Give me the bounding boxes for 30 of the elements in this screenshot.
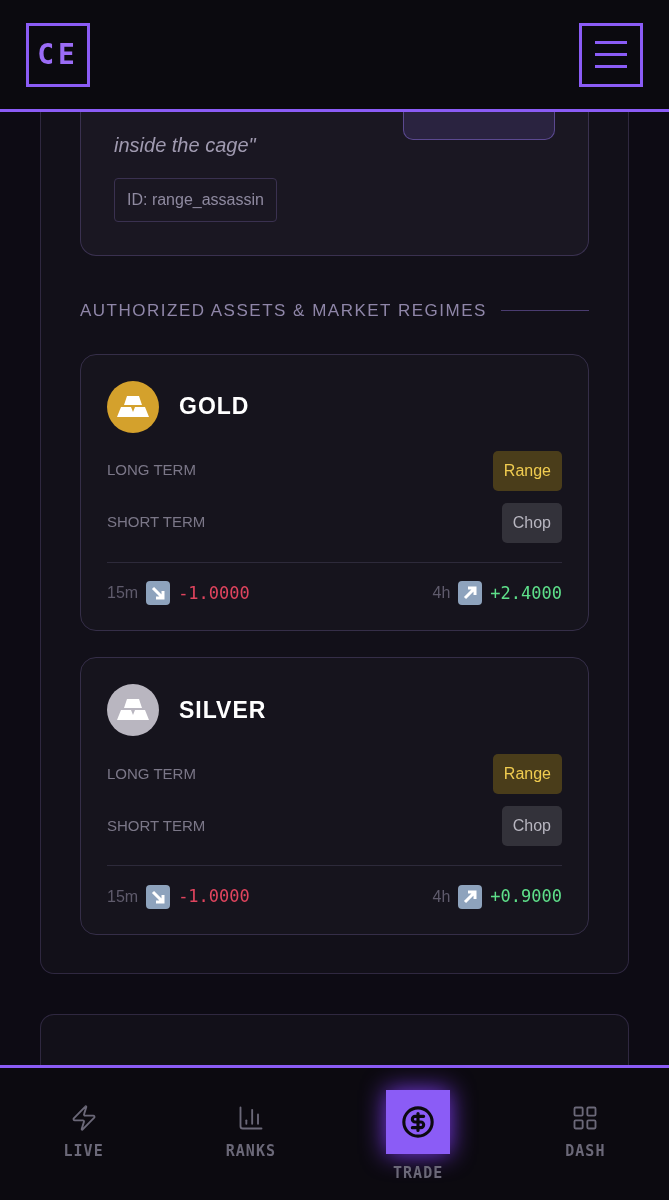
strategy-quote: inside the cage"	[114, 133, 256, 158]
timeframe-label: 15m	[107, 583, 139, 604]
signal-value: -1.0000	[178, 885, 250, 908]
signal-value: +2.4000	[490, 581, 562, 605]
asset-name: SILVER	[179, 695, 267, 725]
regime-tag: Range	[492, 754, 562, 794]
regime-label: SHORT TERM	[107, 815, 206, 836]
dollar-icon	[401, 1105, 436, 1139]
regime-label: LONG TERM	[107, 763, 196, 784]
regime-tag: Range	[492, 450, 562, 491]
menu-button[interactable]	[579, 22, 643, 87]
nav-tab[interactable]: RANKS	[167, 1090, 335, 1163]
nav-tab[interactable]: LIVE	[0, 1090, 168, 1163]
bars-icon	[116, 697, 150, 723]
regime-tag: Chop	[501, 502, 562, 543]
nav-tab[interactable]: DASH	[501, 1090, 669, 1163]
logo[interactable]: CE	[26, 22, 90, 87]
strategy-id: ID: range_assassin	[114, 178, 277, 222]
regime-label: SHORT TERM	[107, 512, 206, 533]
bars-icon	[116, 393, 150, 420]
timeframe-label: 4h	[432, 583, 451, 604]
nav-tab[interactable]: TRADE	[334, 1090, 502, 1185]
regime-tag: Chop	[501, 806, 562, 846]
signal-value: +0.9000	[490, 885, 562, 908]
signal-value: -1.0000	[178, 581, 250, 605]
timeframe-label: 4h	[432, 886, 451, 907]
section-title: AUTHORIZED ASSETS & MARKET REGIMES	[80, 300, 487, 322]
regime-label: LONG TERM	[107, 460, 196, 481]
asset-name: GOLD	[179, 392, 250, 422]
timeframe-label: 15m	[107, 886, 139, 907]
